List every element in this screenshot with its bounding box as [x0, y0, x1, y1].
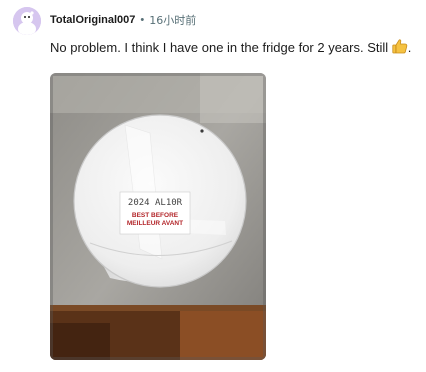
comment-text: No problem. I think I have one in the fr… — [50, 40, 389, 55]
meta-separator: • — [140, 14, 145, 26]
label-line-3: MEILLEUR AVANT — [127, 220, 183, 227]
comment-header: TotalOriginal007 • 16小时前 — [50, 12, 196, 28]
comment-text-suffix: . — [407, 40, 412, 55]
thumbs-up-icon — [392, 39, 408, 59]
comment-image[interactable]: 2024 AL10R BEST BEFORE MEILLEUR AVANT — [50, 73, 266, 360]
date-label: 2024 AL10R BEST BEFORE MEILLEUR AVANT — [119, 191, 191, 235]
comment-body: No problem. I think I have one in the fr… — [50, 39, 411, 59]
timestamp[interactable]: 16小时前 — [149, 12, 196, 28]
avatar-icon — [13, 7, 41, 35]
container-photo: 2024 AL10R BEST BEFORE MEILLEUR AVANT — [50, 73, 266, 360]
label-line-1: 2024 AL10R — [128, 198, 183, 208]
user-avatar[interactable] — [13, 7, 41, 35]
label-line-2: BEST BEFORE — [132, 212, 179, 219]
username[interactable]: TotalOriginal007 — [50, 14, 135, 26]
comment: TotalOriginal007 • 16小时前 No problem. I t… — [0, 0, 426, 372]
